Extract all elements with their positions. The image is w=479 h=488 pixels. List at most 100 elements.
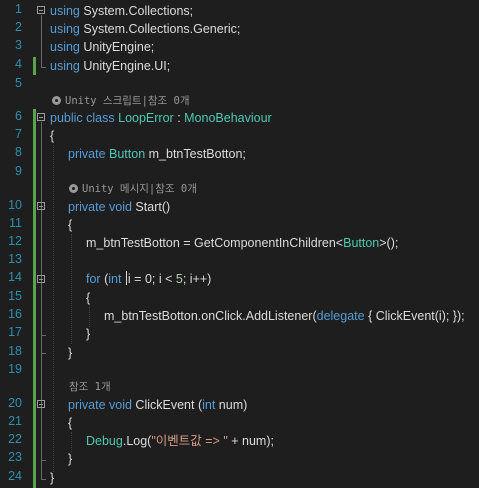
outline-guide bbox=[41, 15, 42, 68]
keyword: class bbox=[86, 111, 115, 125]
collapse-icon[interactable] bbox=[37, 202, 45, 210]
method-name: ClickEvent ( bbox=[131, 398, 203, 412]
statement: = 0; i < bbox=[130, 272, 176, 286]
line-number: 11 bbox=[9, 216, 22, 230]
collapse-icon[interactable] bbox=[37, 6, 45, 14]
outline-tick bbox=[41, 479, 46, 480]
brace: { bbox=[68, 416, 73, 430]
keyword: int bbox=[202, 398, 216, 412]
string-literal: "이벤트값 => " bbox=[151, 434, 228, 448]
keyword: private bbox=[68, 398, 106, 412]
outline-guide bbox=[41, 122, 42, 480]
code-line[interactable]: { bbox=[86, 289, 90, 307]
brace: { bbox=[86, 291, 91, 305]
code-line[interactable]: } bbox=[86, 325, 90, 343]
line-number: 23 bbox=[8, 450, 22, 464]
collapse-icon[interactable] bbox=[37, 400, 45, 408]
namespace: System.Collections; bbox=[79, 4, 194, 18]
code-line[interactable]: { bbox=[50, 127, 54, 145]
codelens-references[interactable]: 참조 1개 bbox=[69, 379, 111, 395]
code-line[interactable]: Debug.Log("이벤트값 => " + num); bbox=[86, 432, 274, 450]
keyword: void bbox=[109, 200, 132, 214]
code-line[interactable]: } bbox=[68, 450, 72, 468]
brace: } bbox=[68, 452, 73, 466]
code-line[interactable]: { bbox=[68, 216, 72, 234]
code-line[interactable]: m_btnTestBotton = GetComponentInChildren… bbox=[86, 234, 398, 252]
line-number: 20 bbox=[8, 396, 22, 410]
line-number: 14 bbox=[8, 270, 22, 284]
code-editor[interactable]: 1 2 3 4 5 6 7 8 9 10 11 12 13 14 15 16 1… bbox=[0, 0, 479, 488]
keyword: public bbox=[50, 111, 83, 125]
line-number: 18 bbox=[8, 344, 22, 358]
punctuation: >(); bbox=[379, 236, 399, 250]
line-number: 7 bbox=[15, 127, 22, 141]
brace: } bbox=[86, 327, 91, 341]
brace: { bbox=[68, 218, 73, 232]
brace: { bbox=[50, 129, 55, 143]
change-marker bbox=[33, 57, 36, 75]
keyword: using bbox=[50, 40, 80, 54]
indent-guide bbox=[53, 145, 54, 472]
code-line[interactable]: } bbox=[50, 469, 54, 487]
brace: } bbox=[50, 471, 55, 485]
class-name: LoopError bbox=[118, 111, 174, 125]
statement: m_btnTestBotton = GetComponentInChildren… bbox=[86, 236, 344, 250]
outline-tick bbox=[41, 67, 46, 68]
code-line[interactable]: using System.Collections; bbox=[50, 2, 193, 20]
change-marker bbox=[33, 109, 36, 488]
base-class-name: MonoBehaviour bbox=[184, 111, 272, 125]
method-call: .Log( bbox=[122, 434, 152, 448]
code-line[interactable]: m_btnTestBotton.onClick.AddListener(dele… bbox=[104, 307, 465, 325]
namespace: UnityEngine.UI; bbox=[79, 59, 171, 73]
code-line[interactable]: { bbox=[68, 414, 72, 432]
line-number: 12 bbox=[8, 234, 22, 248]
line-number: 24 bbox=[8, 469, 22, 483]
keyword: using bbox=[50, 59, 80, 73]
text-cursor bbox=[125, 271, 127, 285]
brace: } bbox=[68, 346, 73, 360]
codelens-references[interactable]: Unity 스크립트|참조 0개 bbox=[52, 93, 190, 109]
line-number: 15 bbox=[8, 289, 22, 303]
keyword: private bbox=[68, 200, 106, 214]
number-literal: 5 bbox=[175, 272, 183, 286]
line-number: 19 bbox=[8, 362, 22, 376]
method-name: Start() bbox=[131, 200, 171, 214]
collapse-icon[interactable] bbox=[37, 113, 45, 121]
parameter: num) bbox=[215, 398, 248, 412]
line-number: 16 bbox=[8, 307, 22, 321]
keyword: delegate bbox=[316, 309, 365, 323]
line-number: 6 bbox=[15, 109, 22, 123]
line-number: 22 bbox=[8, 432, 22, 446]
keyword: using bbox=[50, 22, 80, 36]
line-number: 9 bbox=[15, 164, 22, 178]
keyword: using bbox=[50, 4, 80, 18]
code-line[interactable]: using UnityEngine.UI; bbox=[50, 57, 170, 75]
line-number: 21 bbox=[8, 414, 22, 428]
statement: + num); bbox=[227, 434, 274, 448]
code-line[interactable]: private Button m_btnTestBotton; bbox=[68, 145, 246, 163]
indent-guide bbox=[71, 234, 72, 344]
statement: { ClickEvent(i); }); bbox=[364, 309, 465, 323]
unity-icon bbox=[52, 96, 61, 105]
outline-tick bbox=[41, 335, 46, 336]
code-line[interactable]: using System.Collections.Generic; bbox=[50, 20, 240, 38]
code-line[interactable]: private void ClickEvent (int num) bbox=[68, 396, 247, 414]
code-line[interactable]: private void Start() bbox=[68, 198, 170, 216]
keyword: int bbox=[108, 272, 122, 286]
code-line[interactable]: for (int i = 0; i < 5; i++) bbox=[86, 270, 211, 288]
statement: ; i++) bbox=[182, 272, 212, 286]
line-number: 1 bbox=[15, 2, 22, 16]
codelens-references[interactable]: Unity 메시지|참조 0개 bbox=[69, 181, 197, 197]
unity-icon bbox=[69, 184, 78, 193]
keyword: void bbox=[109, 398, 132, 412]
code-line[interactable]: public class LoopError : MonoBehaviour bbox=[50, 109, 272, 127]
codelens-text: Unity 메시지|참조 0개 bbox=[82, 183, 197, 195]
code-line[interactable]: } bbox=[68, 344, 72, 362]
collapse-icon[interactable] bbox=[37, 275, 45, 283]
outline-tick bbox=[41, 353, 46, 354]
indent-guide bbox=[89, 307, 90, 327]
code-line[interactable]: using UnityEngine; bbox=[50, 38, 154, 56]
keyword: for bbox=[86, 272, 101, 286]
statement: m_btnTestBotton.onClick.AddListener( bbox=[104, 309, 317, 323]
indent-guide bbox=[71, 432, 72, 452]
